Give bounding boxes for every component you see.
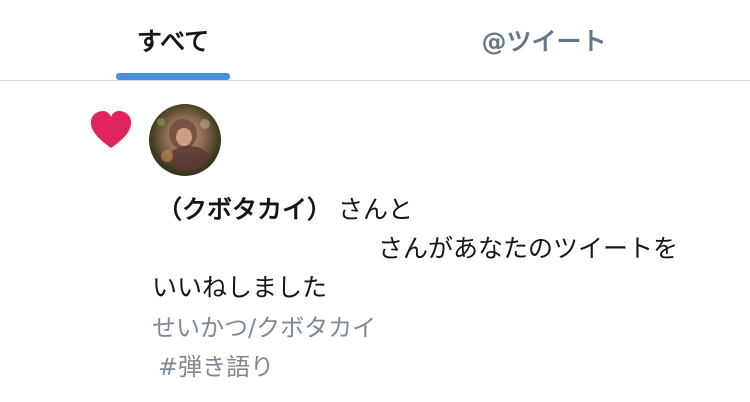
notifications-page: すべて @ツイート （クボタカイ） さんと さんがあなたのツイートを いいねしま… (0, 0, 750, 402)
notification-tabs: すべて @ツイート (0, 0, 750, 81)
heart-icon (89, 110, 133, 150)
tab-mentions[interactable]: @ツイート (459, 0, 629, 80)
notification-line-1: （クボタカイ） さんと (157, 193, 413, 227)
connector-text: さんと (338, 195, 414, 224)
notification-line-2: さんがあなたのツイートを (378, 234, 679, 263)
tweet-preview-text[interactable]: せいかつ/クボタカイ (152, 311, 376, 345)
tab-all[interactable]: すべて (88, 0, 258, 80)
notification-line-3: いいねしました (152, 273, 328, 302)
tweet-preview-hashtag[interactable]: #弾き語り (158, 350, 274, 384)
user-name[interactable]: （クボタカイ） (157, 195, 332, 224)
tab-mentions-label: @ツイート (481, 27, 607, 56)
active-tab-indicator (116, 73, 230, 80)
tab-all-label: すべて (136, 27, 210, 56)
avatar[interactable] (149, 104, 221, 176)
